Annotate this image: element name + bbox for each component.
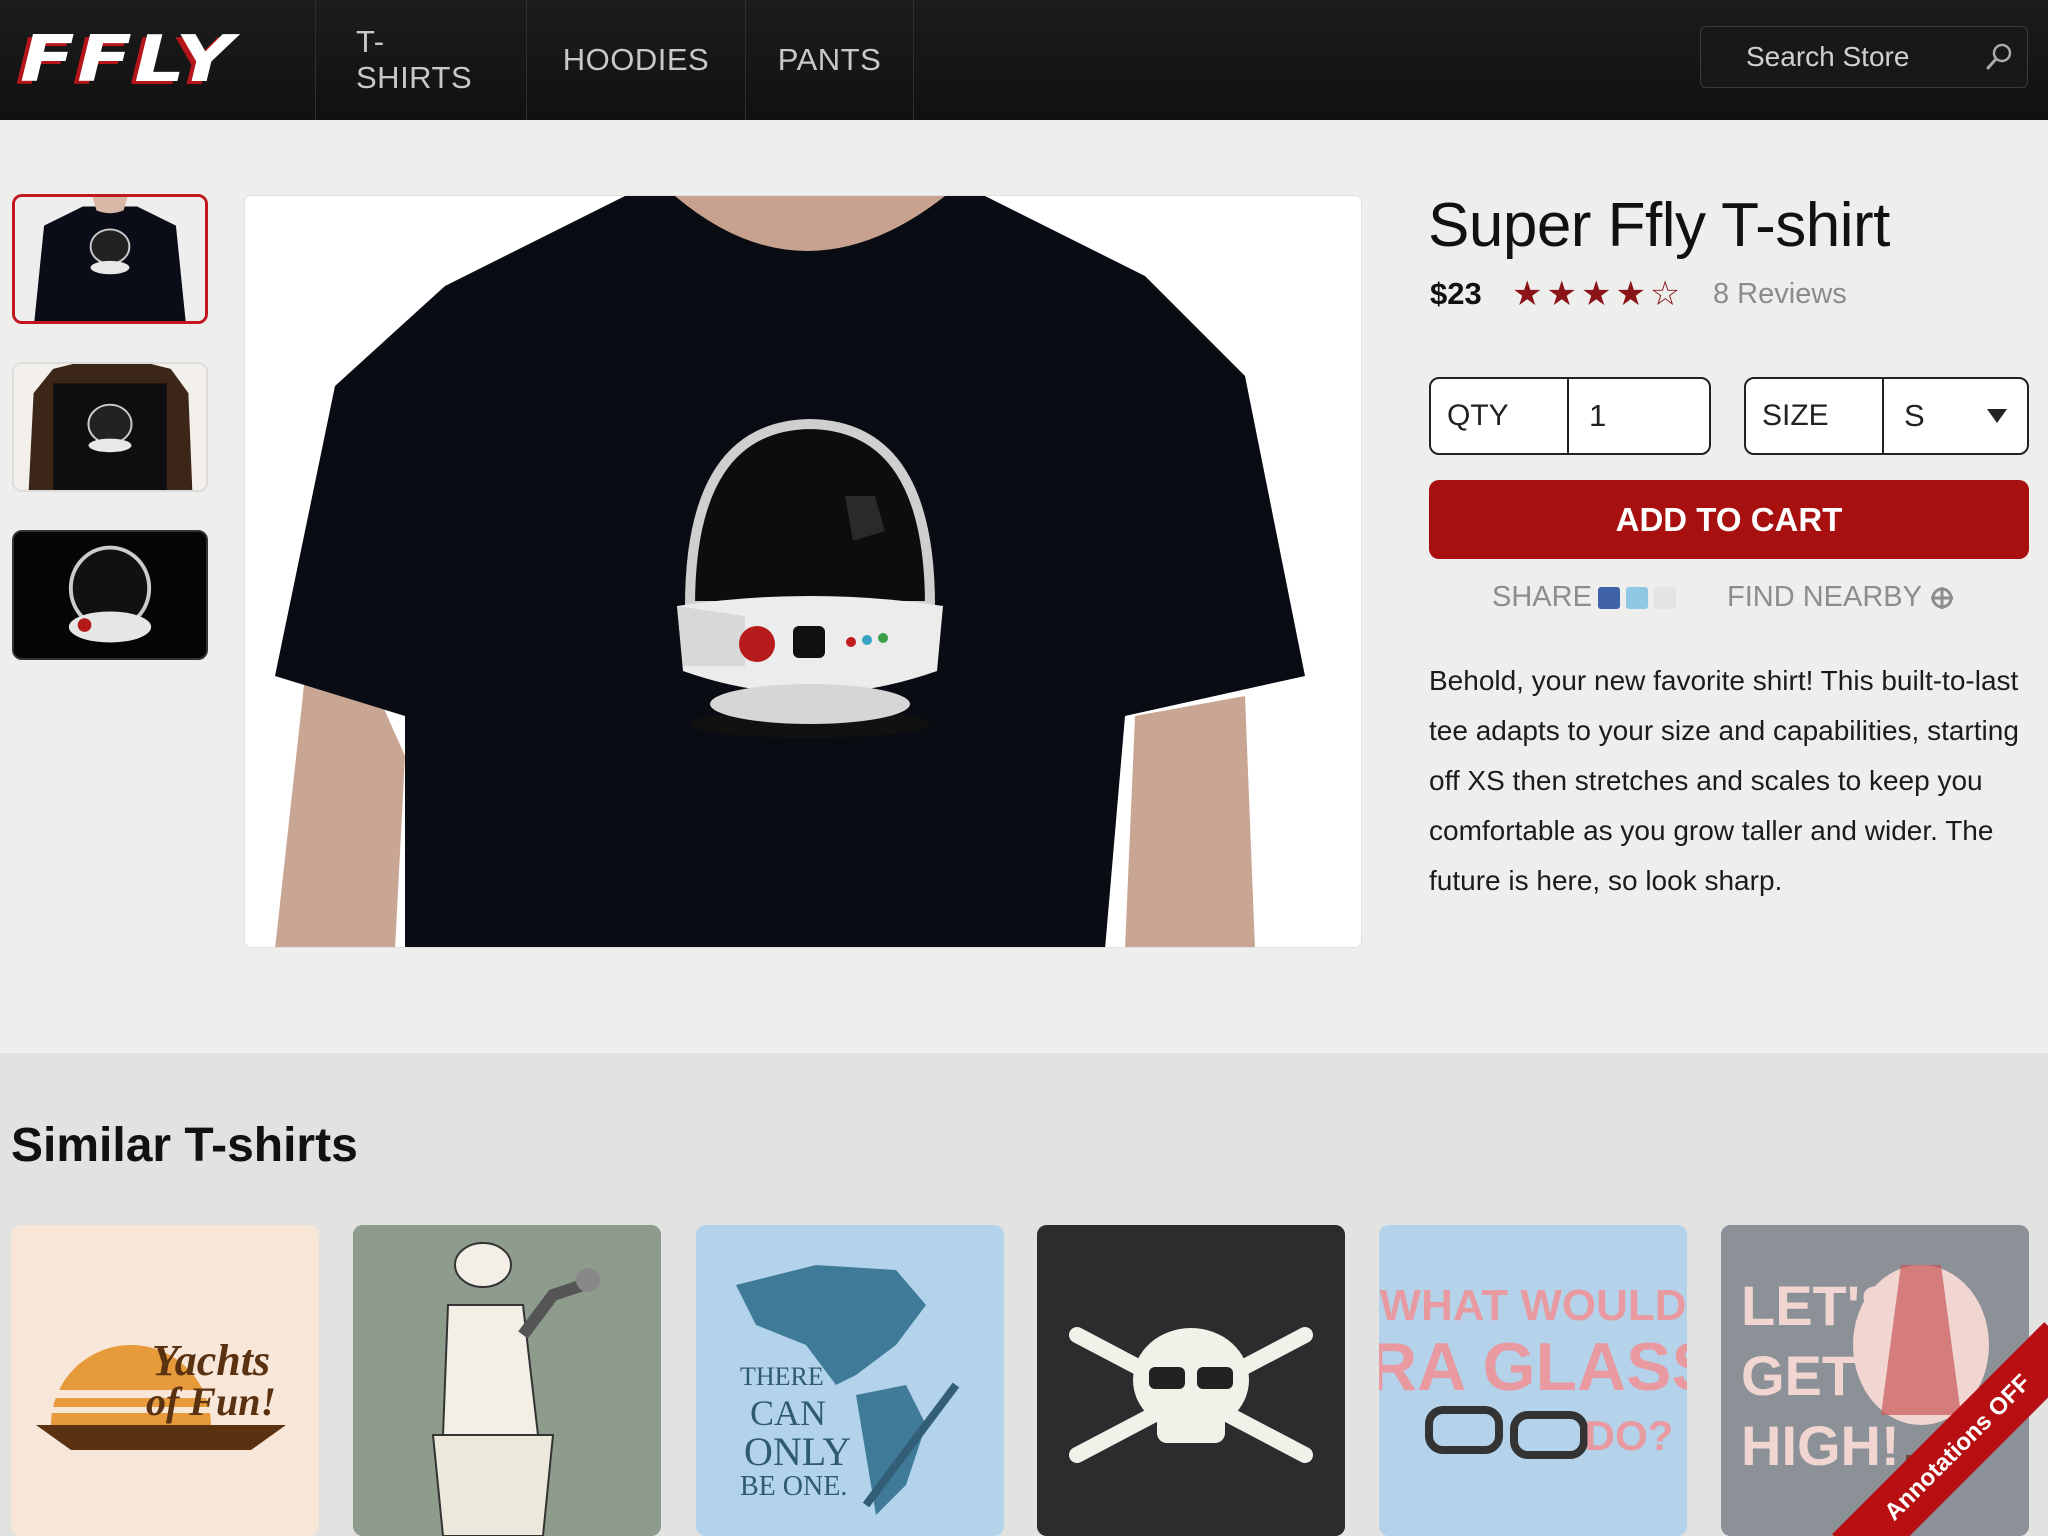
product-title: Super Ffly T-shirt [1428, 191, 1890, 260]
share-label: SHARE [1492, 581, 1592, 613]
star-rating[interactable]: ★★★★☆ [1512, 274, 1684, 314]
similar-card-skull[interactable] [1037, 1225, 1345, 1536]
svg-text:BE ONE.: BE ONE. [740, 1471, 847, 1502]
search-icon[interactable] [1983, 41, 2015, 73]
size-label: SIZE [1746, 379, 1884, 453]
share-links: SHARE [1492, 581, 1676, 614]
svg-text:IRA GLASS: IRA GLASS [1379, 1329, 1687, 1405]
similar-card-lets-get-high[interactable]: LET'S GET HIGH! [1721, 1225, 2029, 1536]
email-icon[interactable] [1653, 586, 1676, 609]
size-value: S [1904, 398, 1925, 433]
facebook-icon[interactable] [1597, 586, 1620, 609]
svg-text:ONLY: ONLY [744, 1429, 851, 1474]
reviews-link[interactable]: 8 Reviews [1713, 278, 1847, 311]
qty-label: QTY [1431, 379, 1569, 453]
svg-text:WHAT WOULD: WHAT WOULD [1379, 1281, 1686, 1330]
thumbnail-1[interactable] [12, 194, 208, 324]
qty-field: QTY 1 [1429, 377, 1711, 455]
logo[interactable]: FFLY [0, 0, 316, 120]
find-nearby-link[interactable]: FIND NEARBY [1727, 581, 1954, 614]
thumbnail-2[interactable] [12, 362, 208, 492]
similar-card-there-can-only-be-one[interactable]: THERE CAN ONLY BE ONE. [696, 1225, 1004, 1536]
yachts-line1: Yachts [152, 1336, 270, 1385]
product-price: $23 [1430, 276, 1482, 311]
similar-card-ira-glass[interactable]: WHAT WOULD IRA GLASS DO? [1379, 1225, 1687, 1536]
top-nav: FFLY T-SHIRTS HOODIES PANTS [0, 0, 2048, 120]
thumbnail-3[interactable] [12, 530, 208, 660]
svg-text:GET: GET [1741, 1344, 1856, 1407]
location-target-icon [1930, 586, 1953, 609]
svg-text:HIGH!: HIGH! [1741, 1414, 1900, 1477]
nav-hoodies[interactable]: HOODIES [527, 0, 746, 120]
similar-card-venus[interactable] [353, 1225, 661, 1536]
svg-text:THERE: THERE [740, 1362, 824, 1391]
find-nearby-label: FIND NEARBY [1727, 581, 1922, 613]
yachts-line2: of Fun! [146, 1379, 276, 1424]
nav-pants[interactable]: PANTS [746, 0, 914, 120]
nav-tshirts[interactable]: T-SHIRTS [316, 0, 527, 120]
qty-input[interactable]: 1 [1569, 379, 1709, 453]
caret-down-icon [1987, 409, 2007, 423]
search-input[interactable] [1701, 41, 1961, 73]
add-to-cart-button[interactable]: ADD TO CART [1429, 480, 2029, 559]
similar-title: Similar T-shirts [11, 1119, 358, 1172]
svg-text:DO?: DO? [1585, 1412, 1674, 1459]
search-box [1700, 26, 2028, 88]
product-main-image [244, 195, 1362, 948]
similar-card-yachts[interactable]: Yachts of Fun! [11, 1225, 319, 1536]
size-select[interactable]: S [1884, 379, 2027, 453]
product-description: Behold, your new favorite shirt! This bu… [1429, 665, 2019, 896]
twitter-icon[interactable] [1625, 586, 1648, 609]
svg-text:CAN: CAN [750, 1393, 826, 1433]
size-field: SIZE S [1744, 377, 2029, 455]
